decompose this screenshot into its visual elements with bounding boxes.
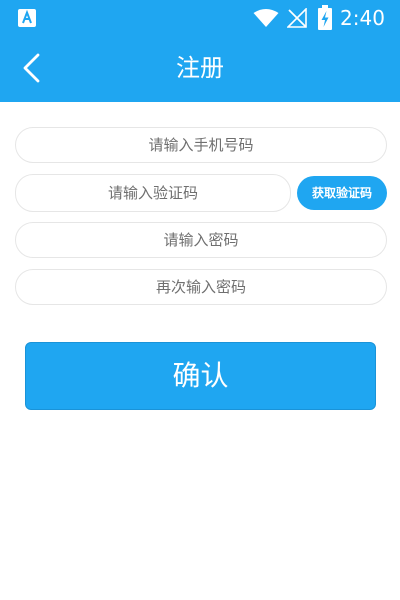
confirm-button[interactable]: 确认 [25, 342, 376, 410]
password-input[interactable] [15, 222, 387, 258]
page-title: 注册 [176, 54, 224, 82]
confirm-password-input[interactable] [15, 269, 387, 305]
get-code-button[interactable]: 获取验证码 [297, 176, 387, 210]
register-screen: 2:40 注册 获取验证码 确认 [0, 0, 400, 600]
phone-input[interactable] [15, 127, 387, 163]
battery-charging-icon [318, 5, 332, 30]
status-bar: 2:40 [0, 0, 400, 36]
verification-code-input[interactable] [15, 174, 291, 212]
app-a-icon [18, 9, 36, 27]
status-time: 2:40 [340, 6, 385, 30]
app-header: 2:40 注册 [0, 0, 400, 102]
no-signal-icon [287, 8, 307, 28]
wifi-icon [253, 9, 279, 27]
